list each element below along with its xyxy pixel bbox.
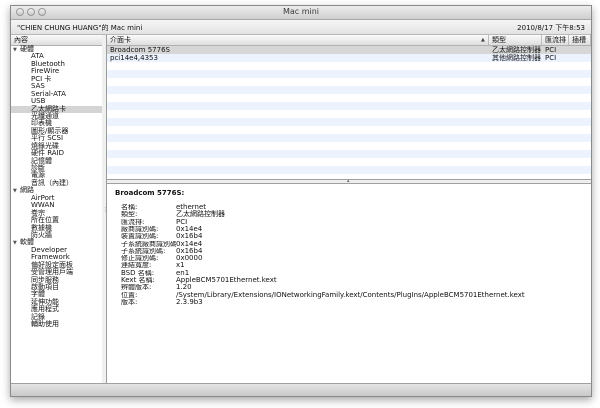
empty-table-row (107, 102, 591, 110)
sidebar-item[interactable]: FireWire (11, 67, 102, 75)
empty-table-row (107, 62, 591, 70)
disclosure-triangle-icon[interactable]: ▼ (13, 188, 20, 195)
cell-name: Broadcom 5776S (110, 46, 170, 54)
disclosure-triangle-icon[interactable]: ▼ (13, 240, 20, 247)
sidebar-item[interactable]: WWAN (11, 201, 102, 209)
empty-table-row (107, 134, 591, 142)
sidebar-category[interactable]: ▼ 網路 (11, 187, 102, 195)
info-bar: "CHIEN CHUNG HUANG"的 Mac mini 2010/8/17 … (11, 20, 591, 35)
detail-pane: Broadcom 5776S: 名稱: ethernet 類型: 乙太網路控制器 匯流排… (107, 184, 591, 383)
empty-table-row (107, 150, 591, 158)
field-key: 裝置識別碼: (121, 233, 159, 241)
sidebar-category[interactable]: ▼ 硬體 (11, 45, 102, 54)
field-key: 連結寬度: (121, 262, 152, 270)
empty-table-row (107, 94, 591, 102)
field-key: 位置: (121, 291, 138, 299)
sidebar-item[interactable]: 數據機 (11, 224, 102, 232)
sort-ascending-icon: ▲ (481, 37, 485, 43)
machine-name: "CHIEN CHUNG HUANG"的 Mac mini (17, 24, 143, 32)
empty-table-row (107, 118, 591, 126)
sidebar-item[interactable]: 輔助使用 (11, 320, 102, 328)
field-key: 修正識別碼: (121, 255, 159, 263)
field-key: 類型: (121, 211, 138, 219)
field-key: Kext 名稱: (121, 277, 155, 284)
empty-table-row (107, 126, 591, 134)
empty-table-row (107, 86, 591, 94)
empty-table-row (107, 142, 591, 150)
sidebar-tree: ▼ 硬體 ATA Bluetooth FireWire PCI 卡 SAS Serial-AT… (11, 45, 102, 329)
cell-name: pci14e4,4353 (110, 54, 158, 62)
title-bar[interactable]: Mac mini (11, 6, 591, 20)
detail-field-row: 版本: 2.3.9b3 (121, 297, 581, 306)
detail-field-row: 修正識別碼: 0x0000 (121, 254, 581, 263)
sidebar-item[interactable]: 硬件 RAID (11, 149, 102, 157)
date-time: 2010/8/17 下午8:53 (517, 24, 585, 32)
cell-type: 乙太網路控制器 (492, 46, 541, 54)
field-key: 廠商識別碼: (121, 225, 159, 233)
system-profiler-window: Mac mini "CHIEN CHUNG HUANG"的 Mac mini 2… (10, 5, 592, 397)
sidebar-item[interactable]: 光纖通道 (11, 112, 102, 120)
field-key: 辨體版本: (121, 284, 152, 292)
status-bar (11, 383, 591, 396)
window-title: Mac mini (282, 7, 320, 16)
column-header-slot[interactable]: 插槽 (569, 35, 591, 45)
sidebar-item[interactable]: Serial-ATA (11, 90, 102, 98)
cell-type: 其他網路控制器 (492, 54, 541, 62)
field-key: BSD 名稱: (121, 269, 155, 277)
sidebar-item[interactable]: AirPort (11, 194, 102, 202)
detail-field-row: 類型: 乙太網路控制器 (121, 210, 581, 219)
contents-sidebar: 內容 ▼ 硬體 ATA Bluetooth FireWire PCI 卡 SAS Serial… (11, 35, 103, 383)
disclosure-triangle-icon[interactable]: ▼ (13, 47, 20, 54)
column-header-bus[interactable]: 匯流排 (542, 35, 569, 45)
sidebar-item[interactable]: 應用程式 (11, 305, 102, 313)
empty-table-row (107, 166, 591, 174)
field-key: 匯流排: (121, 218, 145, 226)
cell-bus: PCI (545, 54, 557, 62)
empty-table-row (107, 70, 591, 78)
empty-table-row (107, 158, 591, 166)
sidebar-item[interactable]: 記憶體 (11, 157, 102, 165)
sidebar-item[interactable]: 診斷 (11, 164, 102, 172)
empty-table-row (107, 110, 591, 118)
detail-field-row: 連結寬度: x1 (121, 262, 581, 270)
table-row[interactable]: pci14e4,4353 其他網路控制器 PCI (107, 54, 591, 62)
empty-table-row (107, 78, 591, 86)
table-header: 介面卡 ▲ 類型 匯流排 插槽 (107, 35, 591, 46)
column-header-adapter[interactable]: 介面卡 (107, 35, 489, 45)
field-key: 名稱: (121, 204, 138, 211)
field-key: 子系統廠商識別碼: (121, 240, 176, 248)
table-body: Broadcom 5776S 乙太網路控制器 PCI pci14e4,4353 其他網路… (107, 46, 591, 174)
sidebar-item[interactable]: 所在位置 (11, 216, 102, 224)
field-key: 版本: (121, 298, 138, 306)
field-value: 2.3.9b3 (176, 297, 203, 306)
sidebar-item[interactable]: PCI 卡 (11, 75, 102, 83)
detail-title: Broadcom 5776S: (115, 189, 185, 197)
table-row[interactable]: Broadcom 5776S 乙太網路控制器 PCI (107, 46, 591, 54)
sidebar-item[interactable]: 啟動項目 (11, 283, 102, 291)
column-header-type[interactable]: 類型 (489, 35, 542, 45)
device-table: 介面卡 ▲ 類型 匯流排 插槽 Broadcom 5776S 乙太網路控制器 PCI… (107, 35, 591, 179)
field-value: /System/Library/Extensions/IONetworkingF… (176, 290, 525, 299)
cell-bus: PCI (545, 46, 557, 54)
field-key: 子系統識別碼: (121, 247, 166, 255)
